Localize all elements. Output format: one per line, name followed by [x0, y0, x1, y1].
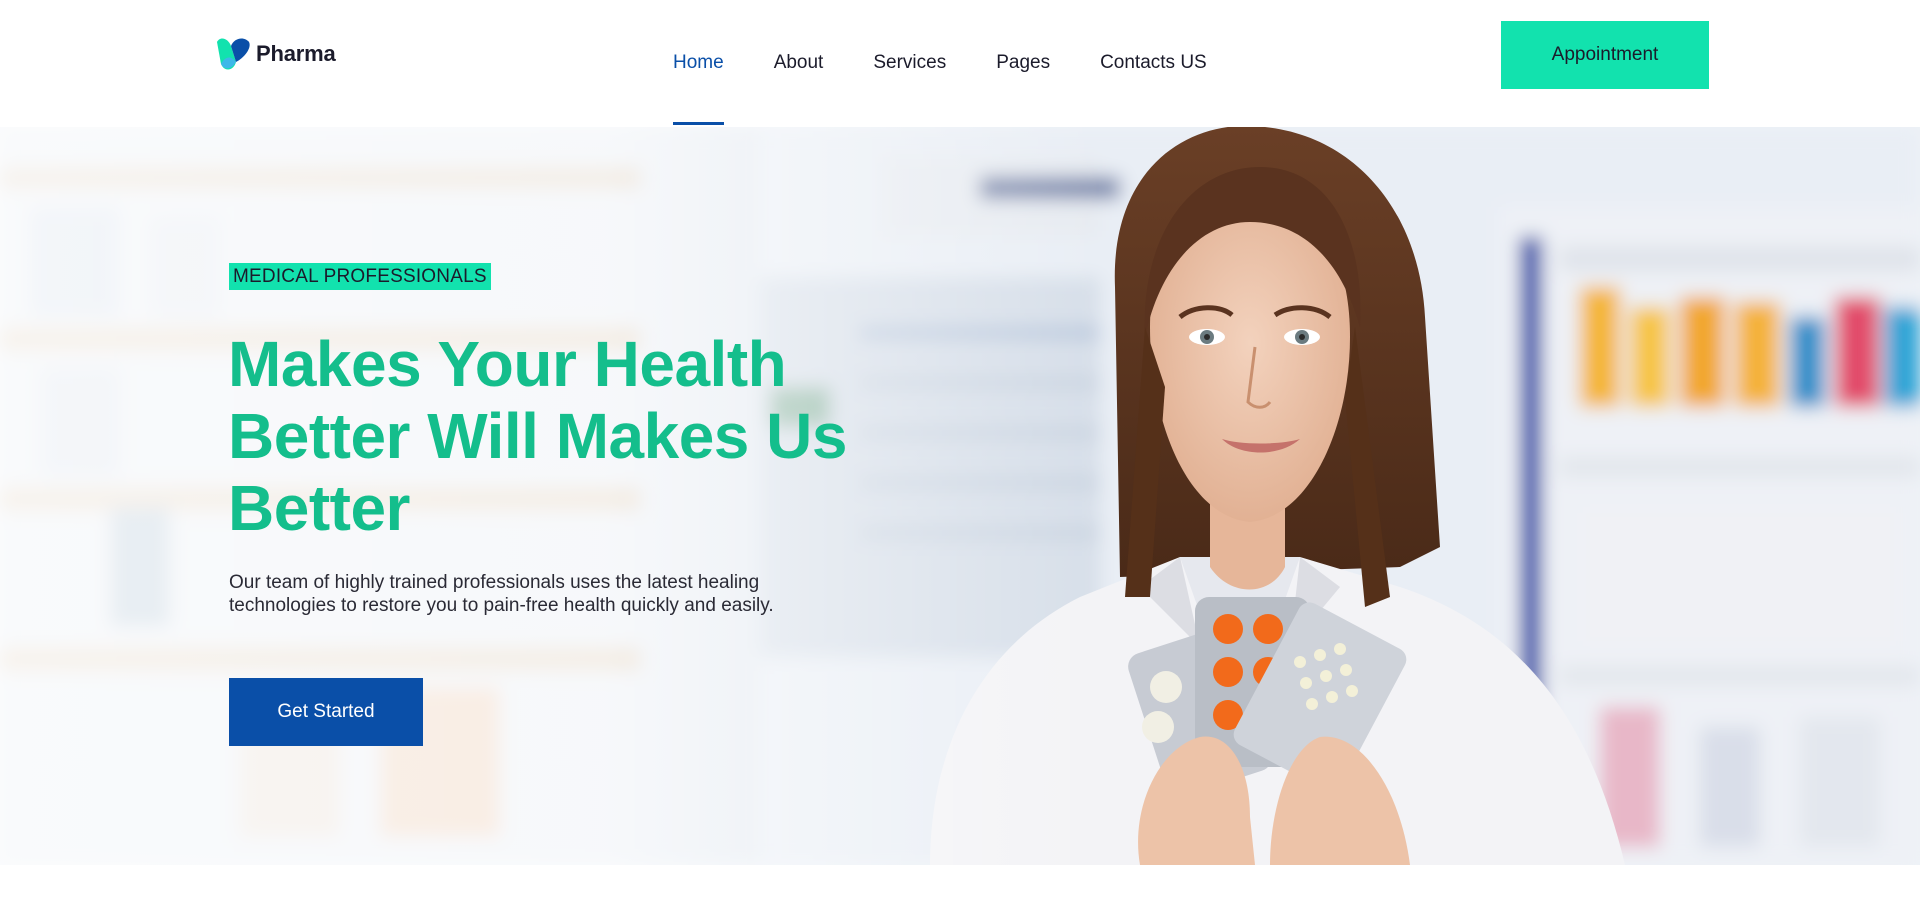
brand-logo[interactable]: Pharma	[214, 36, 336, 72]
heart-drop-logo-icon	[217, 38, 250, 70]
get-started-button[interactable]: Get Started	[229, 678, 423, 746]
nav-item-services[interactable]: Services	[873, 0, 946, 127]
main-nav: Home About Services Pages Contacts US	[673, 0, 1257, 127]
nav-item-home[interactable]: Home	[673, 0, 724, 127]
nav-item-contacts[interactable]: Contacts US	[1100, 0, 1207, 127]
hero-description: Our team of highly trained professionals…	[229, 572, 774, 616]
site-header: Pharma Home About Services Pages Contact…	[0, 0, 1920, 127]
hero-title: Makes Your Health Better Will Makes Us B…	[228, 328, 847, 544]
appointment-button[interactable]: Appointment	[1501, 21, 1709, 89]
brand-name: Pharma	[256, 41, 336, 66]
hero-eyebrow-badge: MEDICAL PROFESSIONALS	[229, 263, 491, 290]
nav-item-about[interactable]: About	[774, 0, 824, 127]
hero-section: MEDICAL PROFESSIONALS Makes Your Health …	[0, 127, 1920, 865]
nav-item-pages[interactable]: Pages	[996, 0, 1050, 127]
